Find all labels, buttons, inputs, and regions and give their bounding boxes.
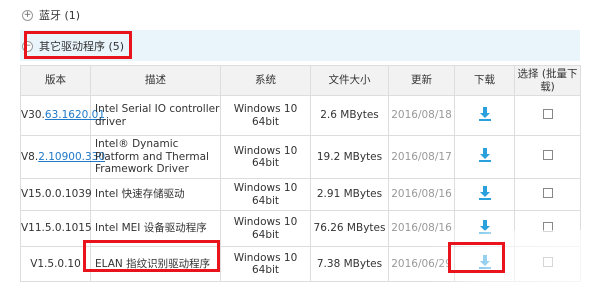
system-cell: Windows 10 64bit [220,246,311,282]
header-download: 下载 [454,65,515,96]
header-version: 版本 [20,65,91,96]
header-updated: 更新 [388,65,455,96]
table-row: V15.0.0.1039 Intel 快速存储驱动 Windows 10 64b… [20,178,581,211]
description-cell: Intel Serial IO controller driver [90,95,221,136]
download-cell [454,135,515,179]
download-icon[interactable] [477,185,493,201]
header-description: 描述 [90,65,221,96]
system-cell: Windows 10 64bit [220,210,311,247]
version-cell: V15.0.0.1039 [20,178,92,211]
select-checkbox[interactable] [542,257,553,268]
select-cell [514,135,581,179]
select-checkbox[interactable] [542,108,553,119]
select-checkbox[interactable] [542,187,553,198]
highlight-box-download [448,242,505,273]
select-cell [514,246,581,282]
size-cell: 7.38 MBytes [310,246,389,282]
size-cell: 19.2 MBytes [310,135,389,179]
date-cell: 2016/08/16 [388,210,455,247]
system-cell: Windows 10 64bit [220,178,311,211]
plus-circle-icon[interactable]: + [22,9,33,21]
description-cell: Intel 快速存储驱动 [90,178,221,211]
header-size: 文件大小 [310,65,389,96]
table-header-row: 版本 描述 系统 文件大小 更新 下载 选择 (批量下载) [20,65,581,96]
select-cell [514,95,581,136]
system-cell: Windows 10 64bit [220,135,311,179]
table-row: V8.2.10900.330 Intel® Dynamic Platform a… [20,135,581,179]
version-cell: V11.5.0.1015 [20,210,92,247]
version-cell: V1.5.0.10 [20,246,91,282]
date-cell: 2016/08/16 [388,178,455,211]
select-cell [514,210,581,247]
version-cell: V30.63.1620.01 [20,95,105,136]
date-cell: 2016/06/29 [388,246,455,282]
group-bluetooth[interactable]: + 蓝牙 (1) [22,6,80,24]
version-cell: V8.2.10900.330 [20,135,105,179]
highlight-box-elan [83,240,220,272]
description-cell: Intel® Dynamic Platform and Thermal Fram… [90,135,221,179]
version-prefix: V30. [21,109,45,122]
version-prefix: V15.0.0.1039 [21,188,92,201]
header-system: 系统 [220,65,311,96]
download-cell [454,95,515,136]
size-cell: 76.26 MBytes [310,210,389,247]
table-row: V30.63.1620.01 Intel Serial IO controlle… [20,95,581,136]
group-label: 蓝牙 (1) [39,9,81,22]
header-select: 选择 (批量下载) [514,65,581,96]
download-cell [454,178,515,211]
size-cell: 2.6 MBytes [310,95,389,136]
date-cell: 2016/08/18 [388,95,455,136]
select-cell [514,178,581,211]
version-prefix: V8. [21,150,39,163]
download-icon[interactable] [477,219,493,235]
download-icon[interactable] [477,106,493,122]
download-icon[interactable] [477,147,493,163]
date-cell: 2016/08/17 [388,135,455,179]
version-prefix: V11.5.0.1015 [21,222,92,235]
highlight-box-group [24,31,132,59]
select-checkbox[interactable] [542,221,553,232]
size-cell: 2.91 MBytes [310,178,389,211]
version-prefix: V1.5.0.10 [30,257,81,270]
select-checkbox[interactable] [542,150,553,161]
system-cell: Windows 10 64bit [220,95,311,136]
